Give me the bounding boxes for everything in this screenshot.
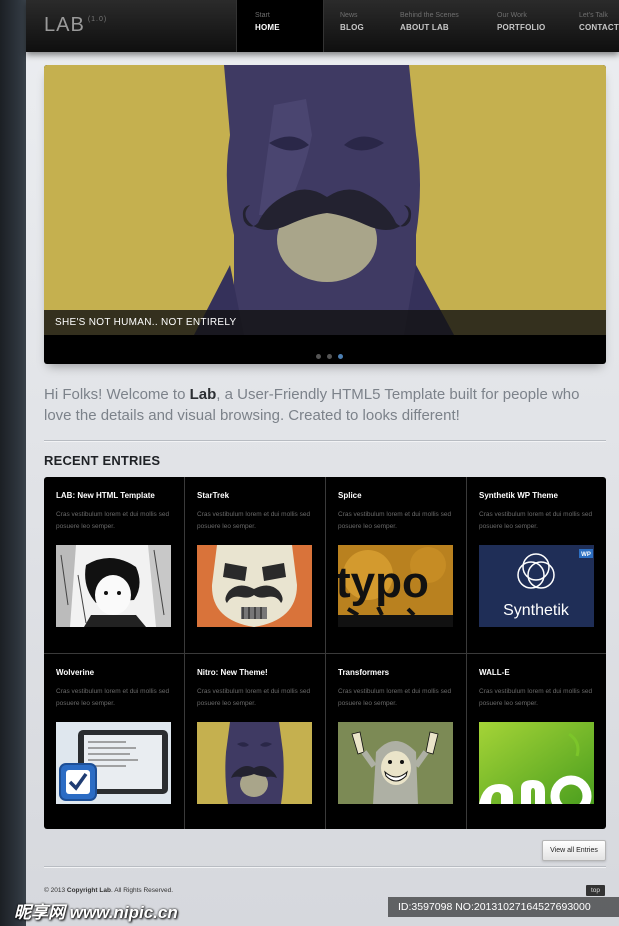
wp-badge: WP	[581, 552, 591, 558]
entry-description: Cras vestibulum lorem et dui mollis sed …	[197, 688, 311, 707]
slider-dot-1[interactable]	[316, 354, 321, 359]
nav-item-blog[interactable]: News BLOG	[322, 0, 382, 52]
slide-caption-bar: SHE'S NOT HUMAN.. NOT ENTIRELY	[44, 310, 606, 335]
watermark-logo: 昵享网 www.nipic.cn	[14, 903, 178, 922]
entry-card[interactable]: Nitro: New Theme! Cras vestibulum lorem …	[185, 654, 325, 829]
slider-dot-2[interactable]	[327, 354, 332, 359]
entry-thumbnail[interactable]	[197, 545, 312, 627]
copyright-owner: Copyright Lab	[66, 887, 111, 894]
nav-sub-portfolio: Our Work	[497, 12, 527, 19]
intro-brand: Lab	[189, 386, 217, 403]
entry-card[interactable]: Wolverine Cras vestibulum lorem et dui m…	[44, 654, 184, 829]
entry-title[interactable]: Splice	[338, 491, 362, 500]
entry-title[interactable]: Synthetik WP Theme	[479, 491, 558, 500]
nav-label-blog: BLOG	[340, 23, 364, 32]
nav-sub-contact: Let's Talk	[579, 12, 608, 19]
entry-title[interactable]: WALL-E	[479, 668, 510, 677]
entry-description: Cras vestibulum lorem et dui mollis sed …	[197, 511, 311, 530]
site-header: LAB (1.0) Start HOME News BLOG Behind the…	[26, 0, 619, 52]
entry-thumbnail[interactable]	[338, 722, 453, 804]
nav-item-home[interactable]: Start HOME	[236, 0, 324, 52]
nav-sub-blog: News	[340, 12, 358, 19]
entry-thumbnail[interactable]: typo	[338, 545, 453, 627]
entry-thumbnail[interactable]	[56, 722, 171, 804]
nav-item-portfolio[interactable]: Our Work PORTFOLIO	[477, 0, 559, 52]
nav-label-home: HOME	[255, 23, 280, 32]
hero-slide-image	[44, 65, 606, 335]
entry-title[interactable]: Wolverine	[56, 668, 94, 677]
svg-text:typo: typo	[338, 558, 429, 607]
entry-title[interactable]: Transformers	[338, 668, 389, 677]
entry-description: Cras vestibulum lorem et dui mollis sed …	[338, 688, 452, 707]
entry-thumbnail[interactable]	[197, 722, 312, 804]
nav-label-contact: CONTACT US	[579, 23, 619, 32]
entry-card[interactable]: Splice Cras vestibulum lorem et dui moll…	[326, 477, 466, 653]
entry-card[interactable]: WALL-E Cras vestibulum lorem et dui moll…	[467, 654, 606, 829]
entry-title[interactable]: StarTrek	[197, 491, 229, 500]
footer-divider	[44, 866, 606, 868]
entry-description: Cras vestibulum lorem et dui mollis sed …	[56, 688, 170, 707]
hero-slider[interactable]: SHE'S NOT HUMAN.. NOT ENTIRELY	[44, 65, 606, 364]
slider-dot-3[interactable]	[338, 354, 343, 359]
entry-title[interactable]: Nitro: New Theme!	[197, 668, 268, 677]
site-logo[interactable]: LAB (1.0)	[44, 14, 107, 37]
logo-text: LAB	[44, 14, 85, 36]
entry-card[interactable]: Synthetik WP Theme Cras vestibulum lorem…	[467, 477, 606, 653]
slider-pagination	[316, 346, 349, 364]
entry-title[interactable]: LAB: New HTML Template	[56, 491, 155, 500]
entry-description: Cras vestibulum lorem et dui mollis sed …	[479, 688, 593, 707]
entry-thumbnail[interactable]	[479, 722, 594, 804]
nav-item-about[interactable]: Behind the Scenes ABOUT LAB	[382, 0, 477, 52]
entry-description: Cras vestibulum lorem et dui mollis sed …	[56, 511, 170, 530]
entry-description: Cras vestibulum lorem et dui mollis sed …	[479, 511, 593, 530]
slide-caption: SHE'S NOT HUMAN.. NOT ENTIRELY	[55, 317, 237, 328]
entry-card[interactable]: LAB: New HTML Template Cras vestibulum l…	[44, 477, 184, 653]
copyright-prefix: © 2013	[44, 887, 67, 894]
entry-description: Cras vestibulum lorem et dui mollis sed …	[338, 511, 452, 530]
watermark-id: ID:3597098 NO:20131027164527693000	[388, 897, 619, 917]
synthetik-text: Synthetik	[503, 602, 570, 619]
nav-sub-about: Behind the Scenes	[400, 12, 459, 19]
nav-item-contact[interactable]: Let's Talk CONTACT US	[559, 0, 619, 52]
intro-text: Hi Folks! Welcome to Lab, a User-Friendl…	[44, 384, 606, 426]
nav-sub-home: Start	[255, 12, 270, 19]
logo-version: (1.0)	[87, 16, 108, 23]
nav-label-portfolio: PORTFOLIO	[497, 23, 546, 32]
section-divider	[44, 440, 606, 442]
recent-entries-heading: RECENT ENTRIES	[44, 453, 161, 468]
copyright-text: © 2013 Copyright Lab. All Rights Reserve…	[44, 887, 173, 894]
left-sidebar-strip	[0, 0, 26, 926]
view-all-entries-button[interactable]: View all Entries	[542, 840, 606, 861]
entry-thumbnail[interactable]: Synthetik WP	[479, 545, 594, 627]
entry-card[interactable]: StarTrek Cras vestibulum lorem et dui mo…	[185, 477, 325, 653]
intro-before: Hi Folks! Welcome to	[44, 386, 190, 403]
copyright-suffix: . All Rights Reserved.	[110, 887, 174, 894]
nav-label-about: ABOUT LAB	[400, 23, 449, 32]
entry-thumbnail[interactable]	[56, 545, 171, 627]
recent-entries-grid: LAB: New HTML Template Cras vestibulum l…	[44, 477, 606, 829]
entry-card[interactable]: Transformers Cras vestibulum lorem et du…	[326, 654, 466, 829]
back-to-top-button[interactable]: top	[586, 885, 605, 896]
